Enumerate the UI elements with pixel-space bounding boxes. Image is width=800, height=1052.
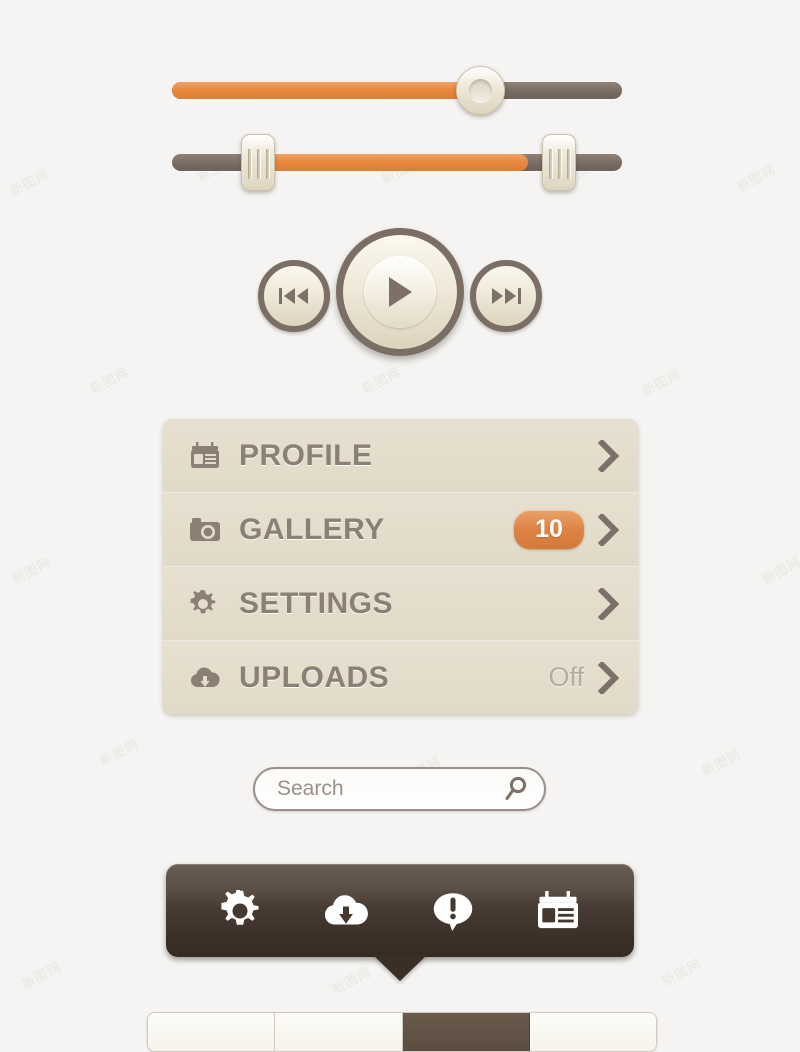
- dark-toolbar: [166, 864, 634, 957]
- search-field[interactable]: Search: [253, 767, 546, 811]
- watermark: 新图网: [9, 554, 55, 588]
- chevron-right-icon: [598, 587, 620, 620]
- watermark: 新图网: [699, 746, 745, 780]
- cloud-download-icon[interactable]: [322, 893, 370, 929]
- segment-3[interactable]: [402, 1013, 530, 1051]
- camera-icon: [189, 517, 225, 543]
- menu-item-label: UPLOADS: [239, 660, 390, 694]
- watermark: 新图网: [329, 964, 375, 998]
- watermark: 新图网: [87, 364, 133, 398]
- menu-item-value: Off: [548, 662, 584, 692]
- segmented-control: [147, 1012, 657, 1052]
- menu-item-uploads[interactable]: UPLOADS Off: [163, 641, 638, 714]
- grip-lines-icon: [543, 149, 575, 179]
- slider-track-fill: [248, 154, 528, 171]
- gear-icon: [189, 589, 225, 618]
- play-icon: [364, 256, 436, 328]
- grip-lines-icon: [242, 149, 274, 179]
- watermark: 新图网: [639, 366, 685, 400]
- watermark: 新图网: [659, 956, 705, 990]
- segment-1[interactable]: [148, 1013, 276, 1051]
- toolbar-pointer: [373, 955, 427, 981]
- media-controls: [258, 228, 542, 363]
- next-button[interactable]: [470, 260, 542, 332]
- alert-bubble-icon[interactable]: [432, 891, 474, 931]
- volume-slider-knob[interactable]: [456, 66, 505, 115]
- chevron-right-icon: [598, 661, 620, 694]
- play-button-inner: [364, 256, 436, 328]
- chevron-right-icon: [598, 513, 620, 546]
- rewind-icon: [264, 266, 324, 326]
- cloud-download-icon: [189, 666, 225, 690]
- menu-item-gallery[interactable]: GALLERY 10: [163, 493, 638, 567]
- segment-2[interactable]: [275, 1013, 403, 1051]
- segment-4[interactable]: [529, 1013, 656, 1051]
- watermark: 新图网: [759, 554, 800, 588]
- search-icon[interactable]: [504, 776, 528, 802]
- watermark: 新图网: [359, 364, 405, 398]
- chevron-right-icon: [598, 439, 620, 472]
- contact-card-icon[interactable]: [535, 890, 581, 931]
- watermark: 新图网: [97, 736, 143, 770]
- menu-item-label: PROFILE: [239, 438, 373, 472]
- range-slider-handle-left[interactable]: [241, 134, 275, 191]
- status-badge: 10: [514, 510, 584, 549]
- previous-button[interactable]: [258, 260, 330, 332]
- volume-slider-track[interactable]: [172, 82, 622, 99]
- menu-item-settings[interactable]: SETTINGS: [163, 567, 638, 641]
- range-slider-handle-right[interactable]: [542, 134, 576, 191]
- watermark: 新图网: [7, 166, 53, 200]
- menu-item-profile[interactable]: PROFILE: [163, 419, 638, 493]
- watermark: 新图网: [19, 959, 65, 993]
- ui-kit-canvas: 新图网 新图网 新图网 新图网 新图网 新图网 新图网 新图网 新图网 新图网 …: [0, 0, 800, 1052]
- slider-track-fill: [172, 82, 478, 99]
- search-input[interactable]: Search: [277, 777, 504, 801]
- fast-forward-icon: [476, 266, 536, 326]
- menu-item-label: GALLERY: [239, 512, 385, 546]
- gear-icon[interactable]: [219, 889, 261, 932]
- contact-card-icon: [189, 441, 225, 470]
- menu-item-label: SETTINGS: [239, 586, 394, 620]
- menu-list: PROFILE GALLERY 10 SETTINGS UPLOADS Off: [163, 419, 638, 714]
- play-button[interactable]: [336, 228, 464, 356]
- watermark: 新图网: [734, 162, 780, 196]
